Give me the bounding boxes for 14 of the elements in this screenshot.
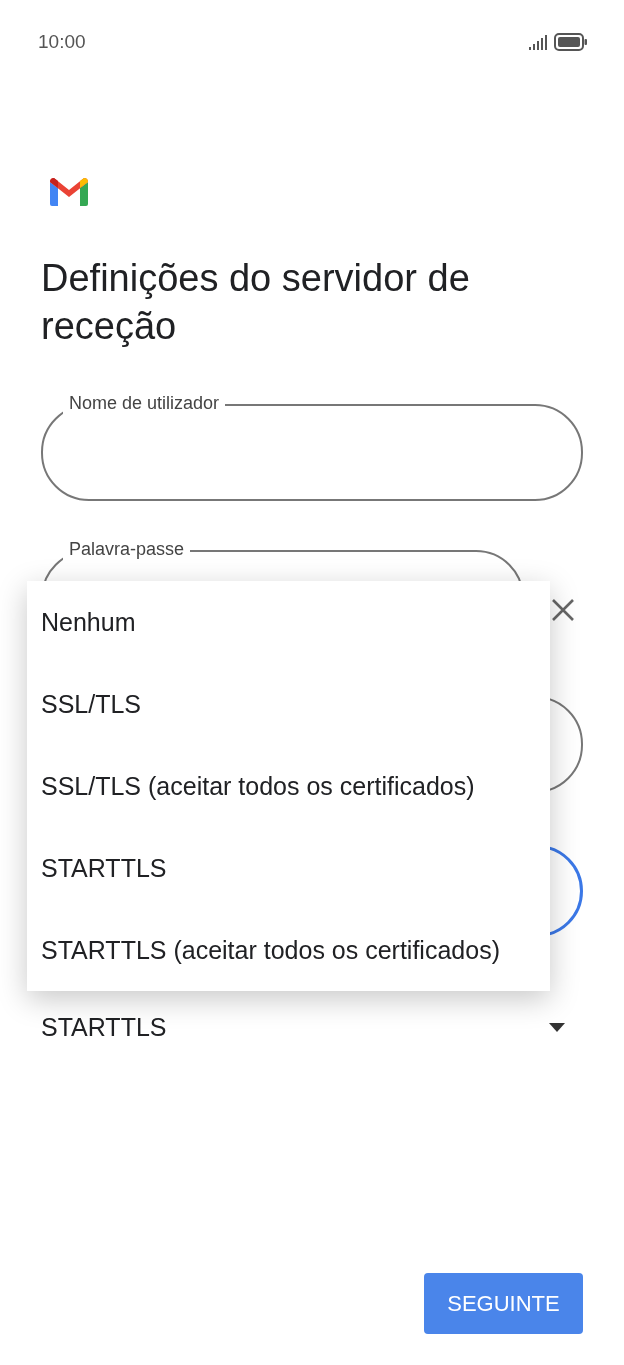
security-select[interactable]: STARTTLS — [41, 1013, 583, 1042]
menu-item[interactable]: Nenhum — [27, 581, 550, 663]
page-title: Definições do servidor de receção — [41, 256, 471, 349]
signal-icon — [528, 34, 548, 50]
menu-item[interactable]: SSL/TLS — [27, 663, 550, 745]
menu-item[interactable]: STARTTLS (aceitar todos os certificados) — [27, 909, 550, 991]
status-time: 10:00 — [38, 31, 86, 53]
caret-icon — [549, 1023, 565, 1032]
menu-item[interactable]: SSL/TLS (aceitar todos os certificados) — [27, 745, 550, 827]
mail-logo-icon — [50, 178, 88, 206]
menu-item[interactable]: STARTTLS — [27, 827, 550, 909]
close-icon[interactable] — [551, 598, 575, 622]
next-button[interactable]: SEGUINTE — [424, 1273, 583, 1334]
battery-icon — [554, 33, 588, 51]
